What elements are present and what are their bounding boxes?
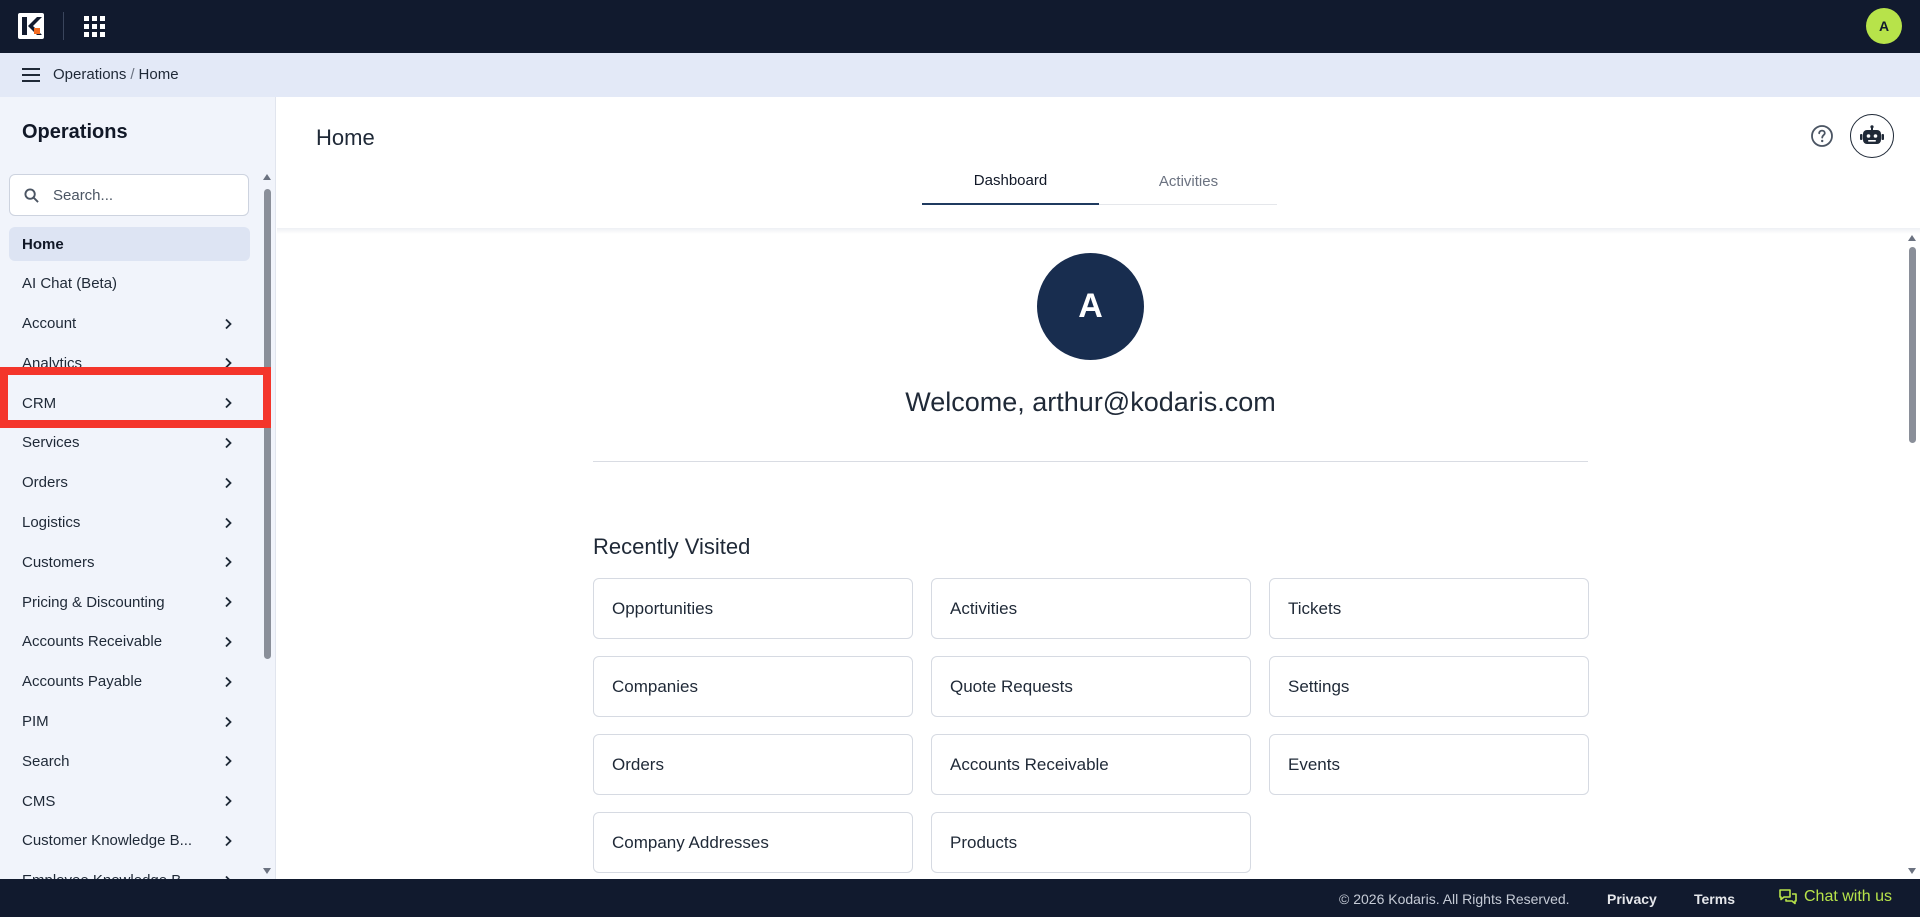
chevron-right-icon <box>225 636 232 648</box>
sidebar-item-label: AI Chat (Beta) <box>22 275 118 293</box>
recent-card-settings[interactable]: Settings <box>1269 656 1589 717</box>
sidebar-item-logistics[interactable]: Logistics <box>9 506 250 540</box>
recent-card-orders[interactable]: Orders <box>593 734 913 795</box>
chat-label: Chat with us <box>1804 888 1893 905</box>
kodaris-logo[interactable] <box>18 13 44 39</box>
chat-with-us-link[interactable]: Chat with us <box>1779 888 1892 906</box>
recent-card-tickets[interactable]: Tickets <box>1269 578 1589 639</box>
chevron-right-icon <box>225 756 232 767</box>
sidebar-item-home[interactable]: Home <box>9 227 250 261</box>
copyright-text: © 2026 Kodaris. All Rights Reserved. <box>1339 891 1570 907</box>
sidebar-item-label: Customers <box>22 553 95 571</box>
sidebar-item-label: Accounts Payable <box>22 673 143 691</box>
sidebar-item-label: PIM <box>22 713 49 731</box>
chevron-right-icon <box>225 676 232 687</box>
footer: © 2026 Kodaris. All Rights Reserved. Pri… <box>0 879 1920 917</box>
chat-icon <box>1779 888 1797 904</box>
breadcrumb: Operations / Home <box>53 66 179 83</box>
sidebar-item-label: Pricing & Discounting <box>22 593 165 611</box>
sidebar-item-search[interactable]: Search <box>9 744 250 778</box>
sidebar-item-customer-knowledge-b[interactable]: Customer Knowledge B... <box>9 824 250 858</box>
sidebar-item-label: Orders <box>22 474 68 492</box>
chevron-right-icon <box>225 557 232 568</box>
main-panel: Home Dashboard Activities A Welcome, art… <box>277 97 1920 879</box>
chevron-right-icon <box>225 318 232 329</box>
sidebar-scroll-up[interactable] <box>263 174 271 180</box>
page-title: Home <box>316 125 375 150</box>
robot-icon <box>1860 125 1884 144</box>
main-tabs: Dashboard Activities <box>922 157 1277 205</box>
breadcrumb-bar: Operations / Home <box>0 53 1920 97</box>
chevron-right-icon <box>225 517 232 528</box>
chevron-right-icon <box>225 477 232 488</box>
chevron-right-icon <box>225 835 232 847</box>
chevron-right-icon <box>225 597 232 608</box>
sidebar-item-label: Home <box>22 235 64 253</box>
recent-card-company-addresses[interactable]: Company Addresses <box>593 812 913 873</box>
profile-avatar: A <box>1037 253 1144 360</box>
sidebar-scroll-down[interactable] <box>263 868 271 874</box>
sidebar-item-label: Search <box>22 752 70 770</box>
main-scrollbar[interactable] <box>1909 247 1916 443</box>
breadcrumb-operations[interactable]: Operations <box>53 66 126 83</box>
terms-link[interactable]: Terms <box>1694 891 1735 907</box>
recent-card-events[interactable]: Events <box>1269 734 1589 795</box>
sidebar-search[interactable] <box>9 174 249 216</box>
sidebar-item-label: Services <box>22 434 80 452</box>
sidebar-item-pim[interactable]: PIM <box>9 705 250 739</box>
sidebar-title: Operations <box>22 121 128 143</box>
recent-card-quote-requests[interactable]: Quote Requests <box>931 656 1251 717</box>
topbar-divider <box>63 12 64 40</box>
sidebar: Operations HomeAI Chat (Beta)AccountAnal… <box>0 97 276 879</box>
menu-icon[interactable] <box>22 67 40 83</box>
sidebar-item-label: Account <box>22 315 77 333</box>
sidebar-item-employee-knowledge-b[interactable]: Employee Knowledge B... <box>9 864 250 879</box>
sidebar-item-label: Logistics <box>22 514 81 532</box>
chevron-right-icon <box>225 796 232 807</box>
chevron-right-icon <box>225 437 232 449</box>
recent-card-companies[interactable]: Companies <box>593 656 913 717</box>
sidebar-item-pricing-discounting[interactable]: Pricing & Discounting <box>9 585 250 619</box>
sidebar-item-ai-chat-beta[interactable]: AI Chat (Beta) <box>9 267 250 301</box>
welcome-message: Welcome, arthur@kodaris.com <box>905 387 1276 417</box>
sidebar-item-services[interactable]: Services <box>9 426 250 460</box>
tab-dashboard[interactable]: Dashboard <box>922 157 1099 205</box>
sidebar-item-label: Employee Knowledge B... <box>22 872 194 879</box>
sidebar-item-accounts-receivable[interactable]: Accounts Receivable <box>9 625 250 659</box>
sidebar-search-input[interactable] <box>53 185 238 205</box>
sidebar-item-accounts-payable[interactable]: Accounts Payable <box>9 665 250 699</box>
divider <box>593 461 1588 462</box>
dashboard-content: A Welcome, arthur@kodaris.com Recently V… <box>277 233 1897 879</box>
sidebar-item-orders[interactable]: Orders <box>9 466 250 500</box>
breadcrumb-current: Home <box>138 66 179 83</box>
recent-card-products[interactable]: Products <box>931 812 1251 873</box>
sidebar-item-cms[interactable]: CMS <box>9 784 250 818</box>
search-icon <box>24 188 39 203</box>
crm-highlight-box <box>0 367 271 428</box>
sidebar-item-label: Accounts Receivable <box>22 633 163 651</box>
top-bar: A <box>0 0 1920 53</box>
sidebar-item-label: Customer Knowledge B... <box>22 832 193 850</box>
sidebar-item-customers[interactable]: Customers <box>9 545 250 579</box>
tab-activities[interactable]: Activities <box>1100 157 1277 205</box>
recent-card-activities[interactable]: Activities <box>931 578 1251 639</box>
recent-card-opportunities[interactable]: Opportunities <box>593 578 913 639</box>
breadcrumb-separator: / <box>130 66 135 83</box>
privacy-link[interactable]: Privacy <box>1607 891 1657 907</box>
help-icon[interactable] <box>1810 124 1834 148</box>
chevron-right-icon <box>225 716 232 727</box>
sidebar-item-account[interactable]: Account <box>9 307 250 341</box>
main-scroll-down[interactable] <box>1908 868 1916 874</box>
sidebar-item-label: CMS <box>22 792 56 810</box>
ai-assistant-button[interactable] <box>1850 114 1894 158</box>
apps-grid-icon[interactable] <box>84 16 105 37</box>
recent-card-accounts-receivable[interactable]: Accounts Receivable <box>931 734 1251 795</box>
user-avatar[interactable]: A <box>1866 8 1902 44</box>
sidebar-nav: Home AI Chat (Beta) Account Analytics CRM Ser… <box>9 227 250 879</box>
recently-visited-title: Recently Visited <box>593 534 751 559</box>
main-scroll-up[interactable] <box>1908 235 1916 241</box>
